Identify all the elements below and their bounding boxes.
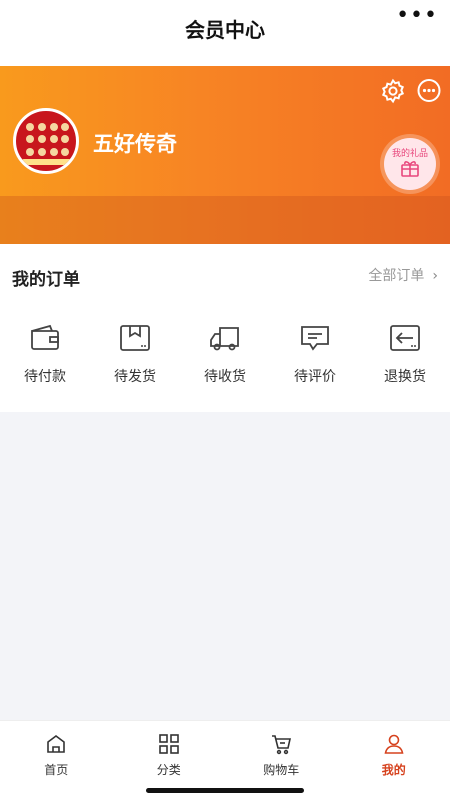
my-gifts-button[interactable]: 我的礼品 [384, 138, 436, 190]
return-icon [390, 325, 420, 351]
order-pending-receipt[interactable]: 待收货 [180, 324, 270, 394]
order-pending-shipment[interactable]: 待发货 [90, 324, 180, 394]
user-icon [384, 734, 404, 754]
order-pending-payment-label: 待付款 [24, 369, 66, 385]
chevron-right-icon: › [432, 268, 438, 284]
order-pending-shipment-label: 待发货 [114, 369, 156, 385]
all-orders-link[interactable]: 全部订单 › [368, 265, 438, 285]
tab-cart-label: 购物车 [263, 763, 300, 777]
orders-heading: 我的订单 [12, 270, 80, 290]
order-pending-review[interactable]: 待评价 [270, 324, 360, 394]
order-status-row: 待付款 待发货 待收货 待评价 退换货 [0, 324, 450, 394]
username: 五好传奇 [93, 132, 177, 156]
title-bar: 会员中心 ••• [0, 0, 450, 66]
package-icon [120, 325, 150, 351]
tab-mine-label: 我的 [381, 763, 406, 777]
more-dots-icon[interactable]: ••• [396, 5, 438, 27]
header-band [0, 196, 450, 244]
my-orders-card: 我的订单 全部订单 › 待付款 待发货 待收货 待评价 退换货 [0, 244, 450, 412]
wallet-icon [31, 324, 59, 350]
cart-icon [272, 735, 292, 755]
tab-home[interactable]: 首页 [0, 721, 113, 800]
page-title: 会员中心 [185, 18, 265, 42]
order-pending-payment[interactable]: 待付款 [0, 324, 90, 394]
gear-icon[interactable] [380, 78, 406, 104]
order-returns-label: 退换货 [384, 369, 426, 385]
chat-bubble-icon[interactable] [416, 78, 442, 104]
profile-header: 五好传奇 我的礼品 [0, 66, 450, 244]
comment-icon [301, 326, 329, 351]
home-indicator [146, 788, 304, 793]
order-pending-receipt-label: 待收货 [204, 369, 246, 385]
order-returns[interactable]: 退换货 [360, 324, 450, 394]
avatar[interactable] [13, 108, 79, 174]
all-orders-label: 全部订单 [368, 268, 425, 284]
tab-mine[interactable]: 我的 [338, 721, 450, 800]
grid-icon [158, 734, 179, 754]
home-icon [47, 735, 66, 753]
truck-icon [210, 327, 239, 351]
tab-category-label: 分类 [156, 763, 181, 777]
gift-icon [401, 161, 419, 177]
tab-home-label: 首页 [44, 763, 69, 777]
order-pending-review-label: 待评价 [294, 369, 336, 385]
